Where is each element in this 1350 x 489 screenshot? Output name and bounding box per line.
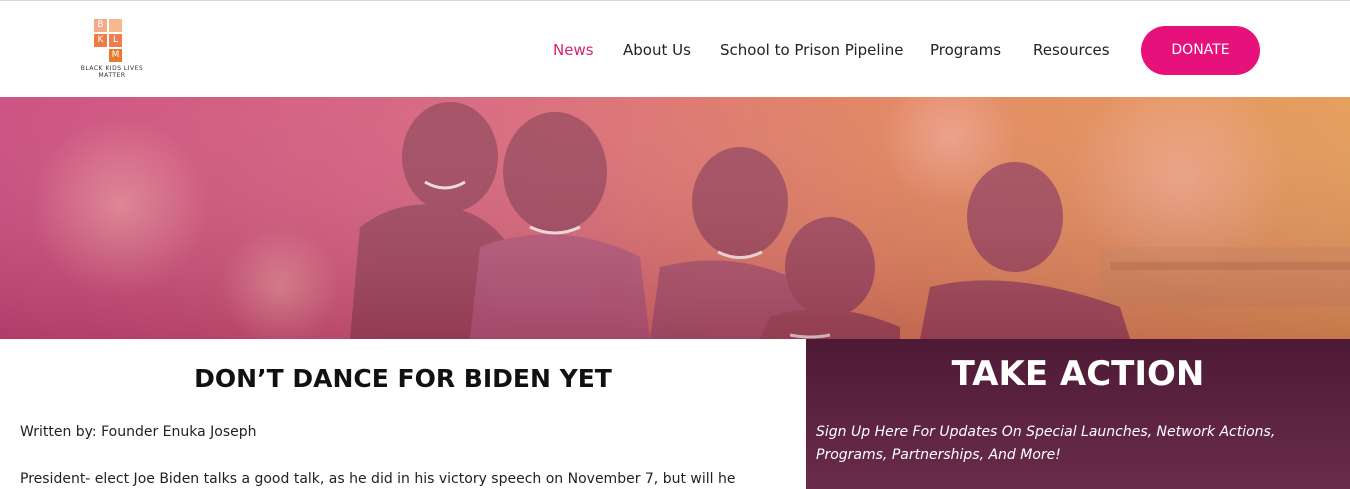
article-byline: Written by: Founder Enuka Joseph: [20, 424, 257, 440]
article-body: President- elect Joe Biden talks a good …: [20, 471, 736, 487]
logo-letter-k: K: [94, 34, 107, 47]
page: B L K M BLACK KIDS LIVES MATTER News Abo…: [0, 0, 1350, 489]
logo-caption-line2: MATTER: [98, 72, 126, 79]
site-logo[interactable]: B L K M BLACK KIDS LIVES MATTER: [70, 15, 154, 85]
hero-photo-illustration: [0, 97, 1350, 339]
nav-item-school-to-prison-pipeline[interactable]: School to Prison Pipeline: [720, 39, 903, 61]
logo-block-accent: [109, 19, 122, 32]
logo-letter-m: M: [109, 49, 122, 62]
take-action-panel: TAKE ACTION Sign Up Here For Updates On …: [806, 339, 1350, 489]
take-action-title: TAKE ACTION: [951, 354, 1205, 394]
logo-letter-l: L: [109, 34, 122, 47]
nav-item-about-us[interactable]: About Us: [623, 39, 691, 61]
donate-button[interactable]: DONATE: [1141, 26, 1260, 75]
nav-item-programs[interactable]: Programs: [930, 39, 1001, 61]
article-title: DON’T DANCE FOR BIDEN YET: [194, 364, 612, 393]
logo-blocks: B L K M: [92, 17, 132, 63]
site-header: B L K M BLACK KIDS LIVES MATTER News Abo…: [0, 1, 1350, 97]
logo-caption: BLACK KIDS LIVES MATTER: [70, 65, 154, 79]
logo-caption-line1: BLACK KIDS LIVES: [80, 65, 144, 72]
nav-item-resources[interactable]: Resources: [1033, 39, 1110, 61]
nav-item-news[interactable]: News: [553, 39, 594, 61]
logo-letter-b: B: [94, 19, 107, 32]
take-action-signup-text[interactable]: Sign Up Here For Updates On Special Laun…: [816, 421, 1336, 467]
hero-banner-image: [0, 97, 1350, 339]
